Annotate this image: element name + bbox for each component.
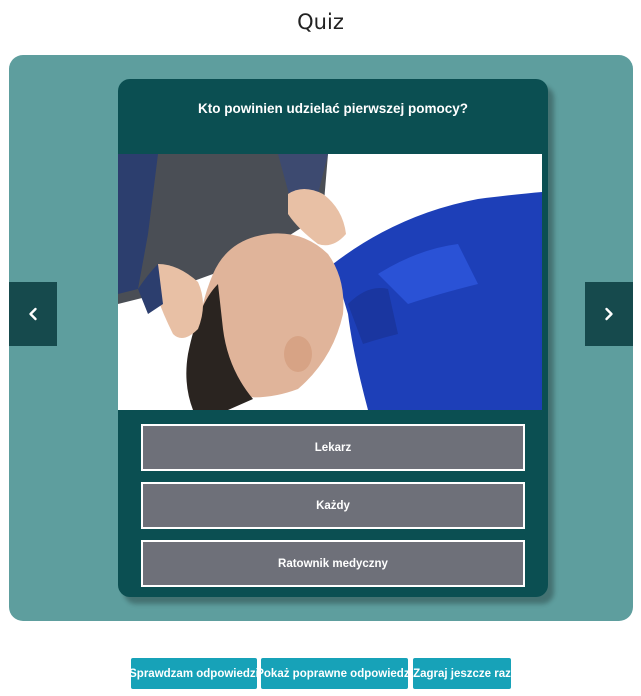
previous-question-button[interactable] bbox=[9, 282, 57, 346]
chevron-right-icon bbox=[605, 307, 613, 321]
quiz-page: Quiz Kto powinien udzielać pierwszej pom… bbox=[0, 0, 641, 696]
question-card: Kto powinien udzielać pierwszej pomocy? bbox=[118, 79, 548, 597]
show-correct-answers-button[interactable]: Pokaż poprawne odpowiedzi bbox=[256, 658, 413, 689]
check-answers-button[interactable]: Sprawdzam odpowiedzi bbox=[129, 658, 259, 689]
first-aid-photo bbox=[118, 154, 542, 410]
answer-option-2[interactable]: Każdy bbox=[141, 482, 525, 529]
question-text: Kto powinien udzielać pierwszej pomocy? bbox=[197, 101, 469, 116]
next-question-button[interactable] bbox=[585, 282, 633, 346]
first-aid-illustration bbox=[118, 154, 542, 410]
answer-option-3[interactable]: Ratownik medyczny bbox=[141, 540, 525, 587]
answer-option-1[interactable]: Lekarz bbox=[141, 424, 525, 471]
chevron-left-icon bbox=[29, 307, 37, 321]
page-title: Quiz bbox=[297, 10, 344, 34]
play-again-button[interactable]: Zagraj jeszcze raz bbox=[413, 658, 511, 689]
